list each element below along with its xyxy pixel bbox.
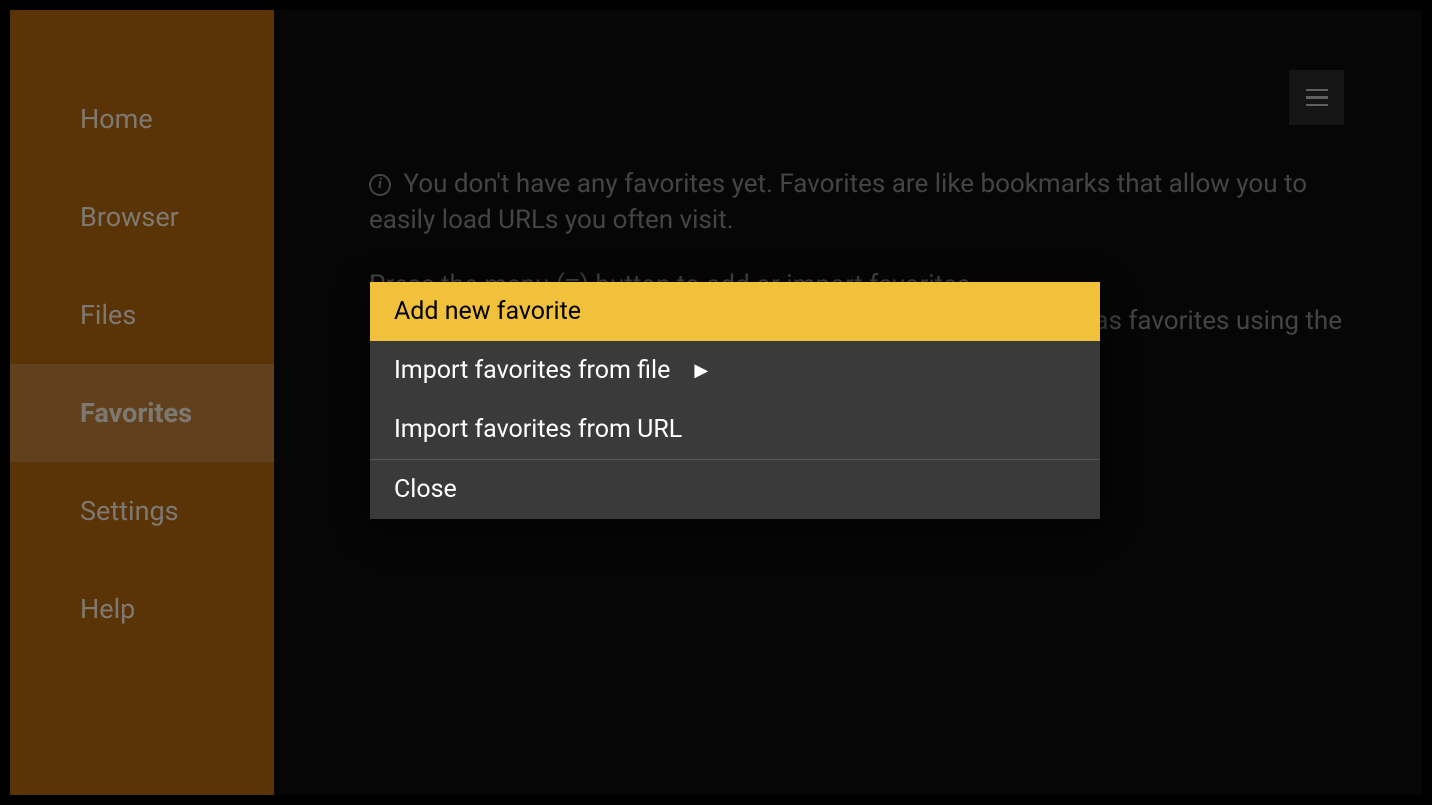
popup-item-import-from-url[interactable]: Import favorites from URL bbox=[370, 400, 1100, 459]
popup-item-import-from-file[interactable]: Import favorites from file ▶ bbox=[370, 341, 1100, 400]
popup-item-label: Close bbox=[394, 475, 457, 504]
popup-item-add-new-favorite[interactable]: Add new favorite bbox=[370, 282, 1100, 341]
popup-item-label: Import favorites from URL bbox=[394, 415, 682, 444]
favorites-popup-menu: Add new favorite Import favorites from f… bbox=[370, 282, 1100, 519]
popup-item-close[interactable]: Close bbox=[370, 459, 1100, 519]
app-frame: Home Browser Files Favorites Settings He… bbox=[10, 10, 1422, 795]
popup-item-label: Add new favorite bbox=[394, 297, 581, 326]
popup-item-label: Import favorites from file bbox=[394, 356, 670, 385]
chevron-right-icon: ▶ bbox=[694, 360, 708, 381]
